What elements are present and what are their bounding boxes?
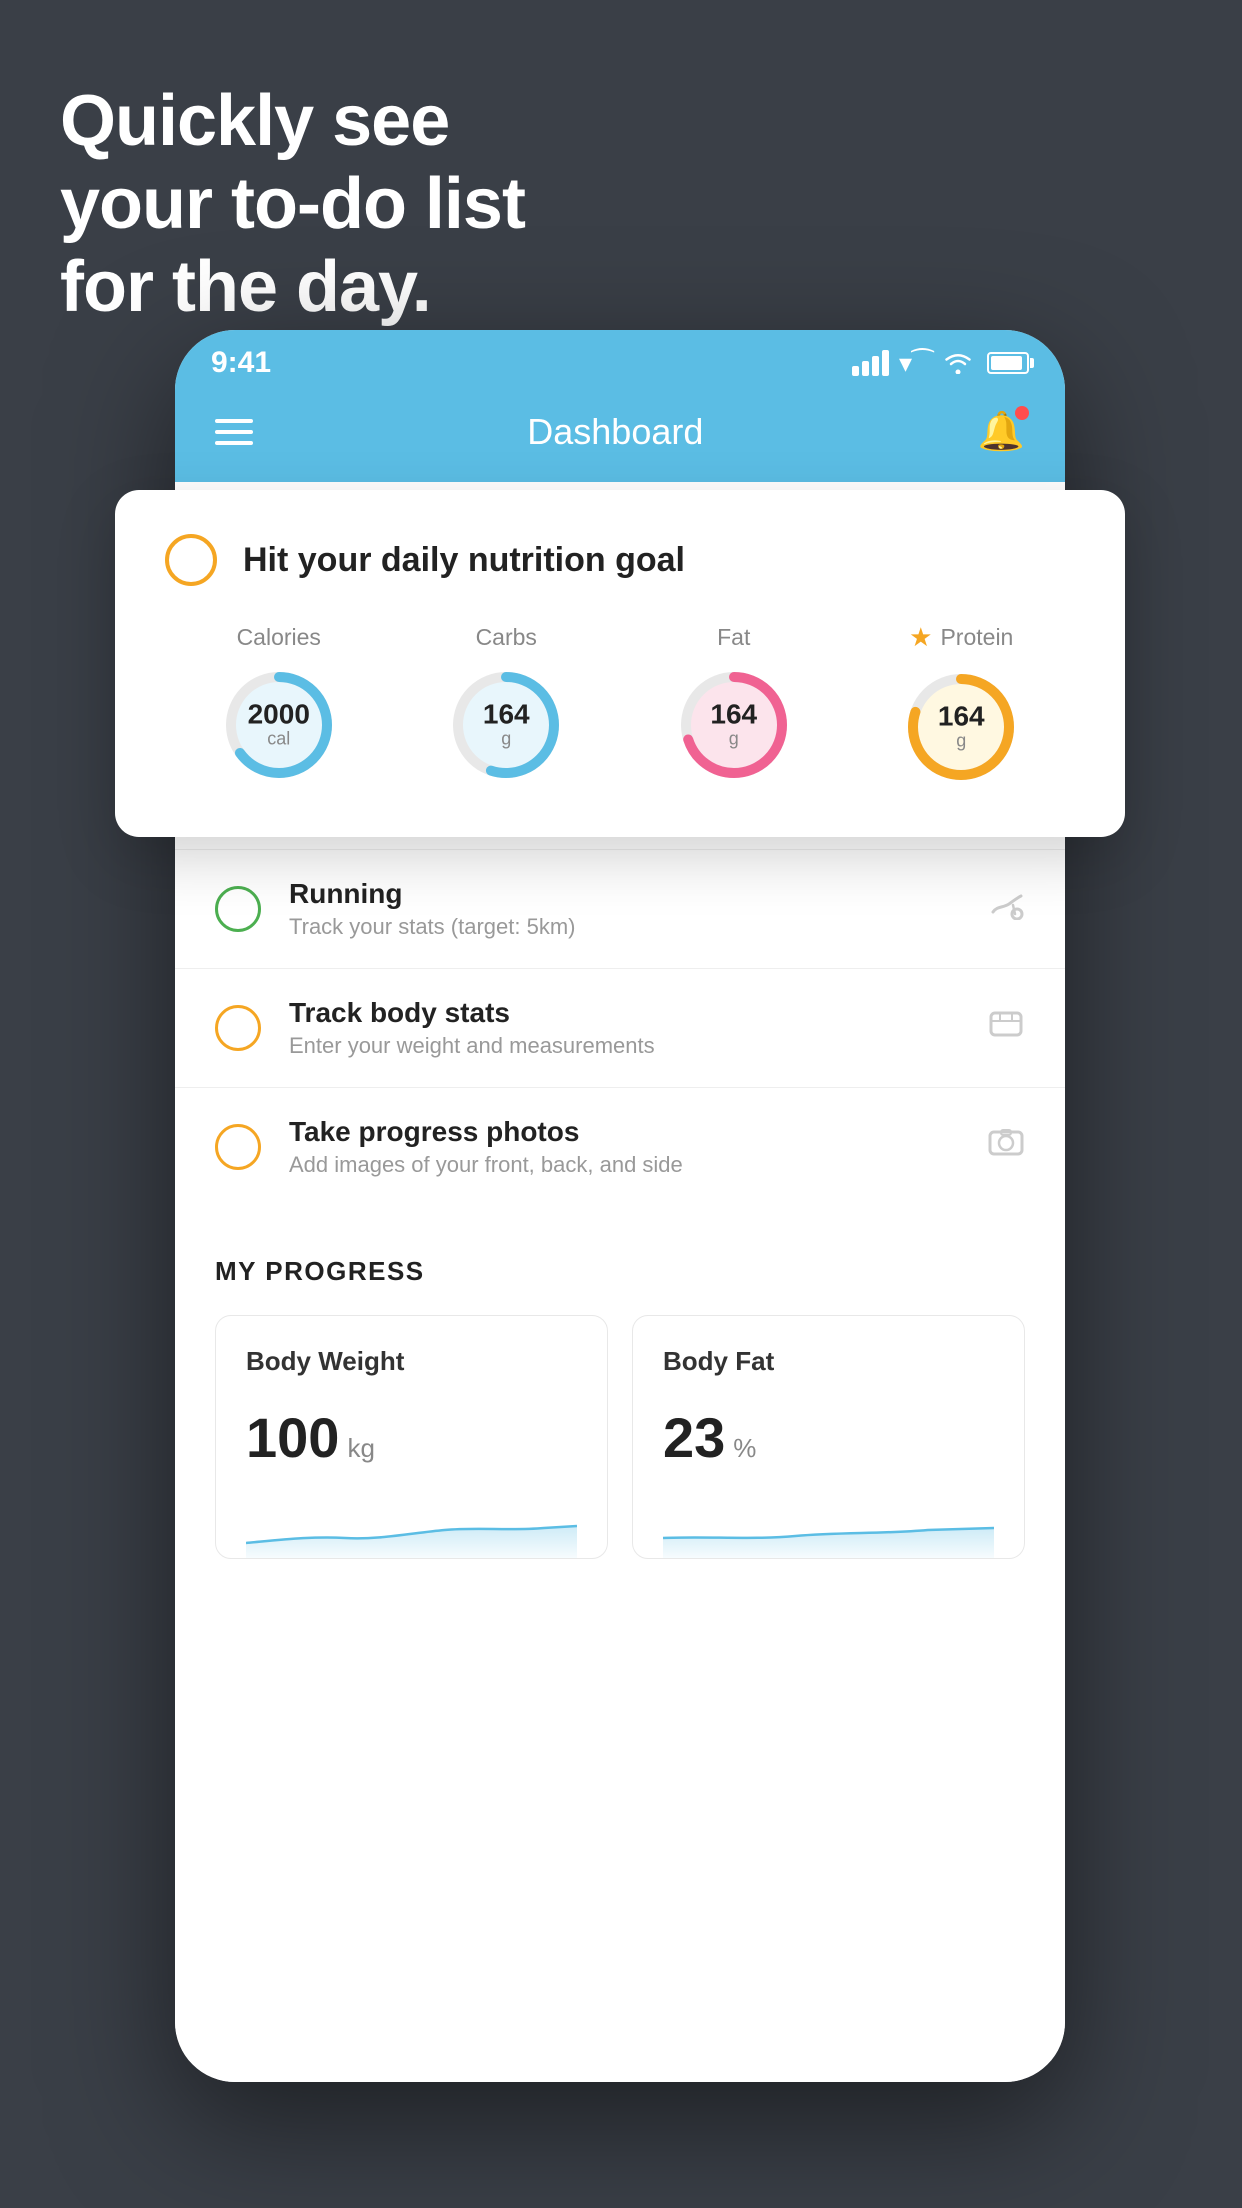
todo-circle-photos — [215, 1124, 261, 1170]
nutrition-label-carbs: Carbs — [476, 624, 537, 651]
hero-line2: your to-do list — [60, 163, 525, 246]
donut-text: 164 g — [938, 703, 985, 752]
body-weight-chart — [246, 1498, 577, 1558]
app-title: Dashboard — [527, 411, 703, 453]
todo-item-photos[interactable]: Take progress photos Add images of your … — [175, 1087, 1065, 1206]
todo-content-photos: Take progress photos Add images of your … — [289, 1116, 959, 1178]
nutrition-label-protein: ★Protein — [909, 622, 1013, 653]
todo-item-running[interactable]: Running Track your stats (target: 5km) — [175, 849, 1065, 968]
body-weight-unit: kg — [347, 1433, 374, 1464]
card-circle-check[interactable] — [165, 534, 217, 586]
body-fat-value: 23 — [663, 1405, 725, 1470]
progress-section: MY PROGRESS Body Weight 100 kg — [175, 1206, 1065, 1599]
todo-subtitle-body-stats: Enter your weight and measurements — [289, 1033, 959, 1059]
body-weight-value-row: 100 kg — [246, 1405, 577, 1470]
body-weight-card[interactable]: Body Weight 100 kg — [215, 1315, 608, 1559]
nutrition-label-calories: Calories — [237, 624, 321, 651]
todo-icon-photos — [987, 1126, 1025, 1168]
donut-text: 2000 cal — [248, 701, 310, 750]
todo-content-running: Running Track your stats (target: 5km) — [289, 878, 959, 940]
todo-circle-body-stats — [215, 1005, 261, 1051]
todo-content-body-stats: Track body stats Enter your weight and m… — [289, 997, 959, 1059]
star-icon: ★ — [909, 622, 932, 653]
body-fat-title: Body Fat — [663, 1346, 994, 1377]
body-fat-card[interactable]: Body Fat 23 % — [632, 1315, 1025, 1559]
todo-item-body-stats[interactable]: Track body stats Enter your weight and m… — [175, 968, 1065, 1087]
donut-calories: 2000 cal — [219, 665, 339, 785]
body-fat-value-row: 23 % — [663, 1405, 994, 1470]
nutrition-label-fat: Fat — [717, 624, 750, 651]
donut-protein: 164 g — [901, 667, 1021, 787]
todo-title-photos: Take progress photos — [289, 1116, 959, 1148]
hero-line1: Quickly see — [60, 80, 525, 163]
signal-icon — [852, 350, 889, 376]
donut-text: 164 g — [483, 701, 530, 750]
nutrition-item-calories: Calories 2000 cal — [219, 624, 339, 785]
nutrition-item-carbs: Carbs 164 g — [446, 624, 566, 785]
menu-button[interactable] — [215, 419, 253, 445]
body-weight-title: Body Weight — [246, 1346, 577, 1377]
app-header: Dashboard 🔔 — [175, 390, 1065, 482]
battery-icon — [987, 352, 1029, 374]
todo-icon-running — [987, 890, 1025, 928]
donut-fat: 164 g — [674, 665, 794, 785]
todo-subtitle-photos: Add images of your front, back, and side — [289, 1152, 959, 1178]
donut-text: 164 g — [710, 701, 757, 750]
nutrition-item-protein: ★Protein 164 g — [901, 622, 1021, 787]
wifi-icon-svg — [943, 352, 973, 374]
todo-title-running: Running — [289, 878, 959, 910]
notification-button[interactable]: 🔔 — [978, 410, 1025, 454]
notification-dot — [1015, 406, 1029, 420]
todo-circle-running — [215, 886, 261, 932]
status-icons: ▾⁀ — [852, 348, 1029, 379]
hero-line3: for the day. — [60, 246, 525, 329]
nutrition-card: Hit your daily nutrition goal Calories 2… — [115, 490, 1125, 837]
progress-cards: Body Weight 100 kg — [215, 1315, 1025, 1559]
wifi-icon: ▾⁀ — [899, 348, 933, 379]
card-title-row: Hit your daily nutrition goal — [165, 534, 1075, 586]
todo-title-body-stats: Track body stats — [289, 997, 959, 1029]
status-bar: 9:41 ▾⁀ — [175, 330, 1065, 390]
body-fat-chart — [663, 1498, 994, 1558]
progress-header: MY PROGRESS — [215, 1256, 1025, 1287]
todo-subtitle-running: Track your stats (target: 5km) — [289, 914, 959, 940]
status-time: 9:41 — [211, 346, 271, 380]
nutrition-circles: Calories 2000 cal Carbs 164 g Fat 164 g — [165, 622, 1075, 787]
donut-carbs: 164 g — [446, 665, 566, 785]
nutrition-item-fat: Fat 164 g — [674, 624, 794, 785]
hero-text: Quickly see your to-do list for the day. — [60, 80, 525, 328]
card-title: Hit your daily nutrition goal — [243, 541, 685, 580]
body-weight-value: 100 — [246, 1405, 339, 1470]
body-fat-unit: % — [733, 1433, 756, 1464]
todo-icon-body-stats — [987, 1007, 1025, 1049]
